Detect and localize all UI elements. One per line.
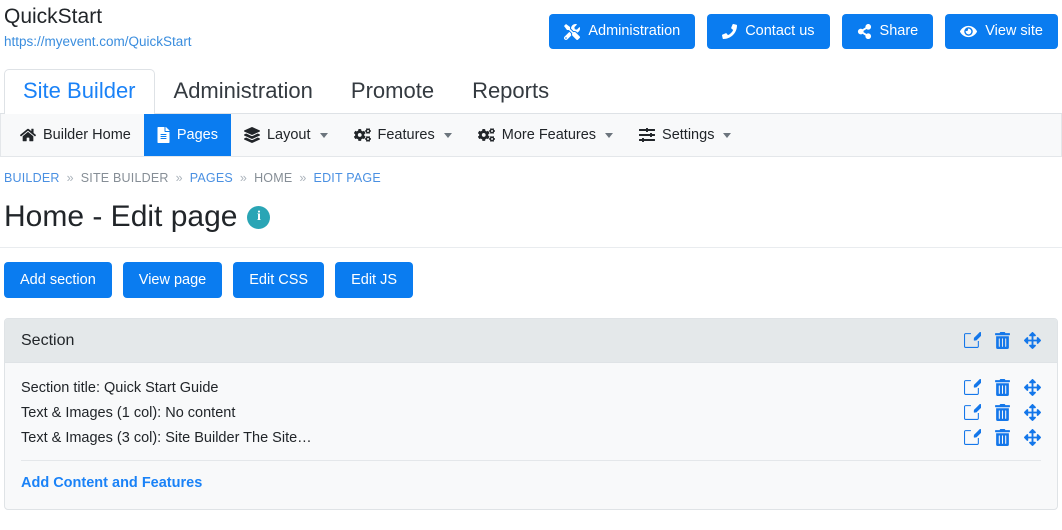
subnav-item-pages[interactable]: Pages (143, 114, 231, 156)
delete-icon[interactable] (995, 379, 1010, 396)
phone-icon (722, 24, 738, 39)
move-icon[interactable] (1024, 429, 1041, 446)
page-action-buttons: Add section View page Edit CSS Edit JS (0, 248, 1062, 298)
subnav-label-features: Features (377, 127, 435, 143)
subnav-label-settings: Settings (662, 127, 715, 143)
breadcrumb-item-home: HOME (254, 171, 293, 185)
section-card: Section Section title: Quick Start Guide (4, 318, 1058, 510)
edit-icon[interactable] (964, 332, 981, 349)
edit-js-button[interactable]: Edit JS (335, 262, 414, 298)
edit-icon[interactable] (964, 429, 981, 446)
share-button-label: Share (879, 23, 919, 40)
chevron-down-icon (723, 132, 732, 138)
chevron-down-icon (319, 132, 328, 138)
breadcrumb-separator: » (175, 171, 183, 185)
delete-icon[interactable] (995, 332, 1010, 349)
tools-icon (564, 23, 581, 40)
section-card-header: Section (5, 319, 1057, 363)
subnav-label-more-features: More Features (501, 127, 597, 143)
section-card-body: Section title: Quick Start Guide Text & … (5, 363, 1057, 461)
subnav-item-builder-home[interactable]: Builder Home (7, 114, 144, 156)
primary-tabs: Site Builder Administration Promote Repo… (0, 62, 1062, 114)
view-site-button-label: View site (985, 23, 1043, 40)
view-site-button[interactable]: View site (945, 14, 1058, 49)
breadcrumb-item-site-builder: SITE BUILDER (80, 171, 169, 185)
subnav-item-more-features[interactable]: More Features (465, 114, 626, 156)
eye-icon (960, 25, 978, 38)
subnav-label-layout: Layout (266, 127, 311, 143)
administration-button-label: Administration (588, 23, 681, 40)
share-button[interactable]: Share (841, 14, 934, 49)
content-row: Section title: Quick Start Guide (21, 375, 1041, 400)
breadcrumb-separator: » (239, 171, 248, 185)
breadcrumb-separator: » (66, 171, 74, 185)
breadcrumb-item-edit-page[interactable]: EDIT PAGE (314, 171, 381, 185)
info-icon[interactable]: i (247, 205, 271, 229)
tab-site-builder[interactable]: Site Builder (4, 69, 155, 114)
secondary-nav: Builder Home Pages Layout Features More … (0, 114, 1062, 157)
subnav-item-features[interactable]: Features (341, 114, 465, 156)
cogs-icon (353, 127, 371, 143)
section-header-icon-group (964, 332, 1041, 349)
content-row: Text & Images (3 col): Site Builder The … (21, 425, 1041, 450)
content-row-icon-group (964, 379, 1041, 396)
subnav-item-settings[interactable]: Settings (626, 114, 744, 156)
content-row-icon-group (964, 404, 1041, 421)
sliders-icon (639, 127, 656, 143)
subnav-label-builder-home: Builder Home (43, 127, 131, 143)
content-row-label: Section title: Quick Start Guide (21, 379, 219, 396)
section-card-title: Section (21, 331, 75, 349)
chevron-down-icon (443, 132, 452, 138)
edit-icon[interactable] (964, 379, 981, 396)
add-section-button[interactable]: Add section (4, 262, 112, 298)
delete-icon[interactable] (995, 404, 1010, 421)
move-icon[interactable] (1024, 379, 1041, 396)
breadcrumb-item-pages[interactable]: PAGES (190, 171, 233, 185)
contact-us-button[interactable]: Contact us (707, 14, 830, 49)
page-title: Home - Edit page i (0, 185, 1062, 236)
content-row-label: Text & Images (1 col): No content (21, 404, 236, 421)
subnav-item-layout[interactable]: Layout (231, 114, 341, 156)
delete-icon[interactable] (995, 429, 1010, 446)
layers-icon (243, 127, 260, 143)
edit-icon[interactable] (964, 404, 981, 421)
page-header: QuickStart https://myevent.com/QuickStar… (0, 0, 1062, 62)
view-page-button[interactable]: View page (122, 262, 223, 298)
edit-css-button[interactable]: Edit CSS (233, 262, 325, 298)
administration-button[interactable]: Administration (549, 14, 696, 49)
tab-administration[interactable]: Administration (155, 69, 332, 114)
page-title-text: Home - Edit page (4, 200, 238, 233)
contact-us-button-label: Contact us (745, 23, 815, 40)
breadcrumb-item-builder[interactable]: BUILDER (4, 171, 60, 185)
content-row-label: Text & Images (3 col): Site Builder The … (21, 429, 312, 446)
add-content-and-features-link[interactable]: Add Content and Features (5, 461, 1057, 509)
subnav-label-pages: Pages (176, 127, 218, 143)
move-icon[interactable] (1024, 332, 1041, 349)
cogs-icon (477, 127, 495, 143)
chevron-down-icon (605, 132, 614, 138)
home-icon (20, 127, 36, 143)
content-row: Text & Images (1 col): No content (21, 400, 1041, 425)
move-icon[interactable] (1024, 404, 1041, 421)
tab-promote[interactable]: Promote (332, 69, 453, 114)
header-action-buttons: Administration Contact us Share View sit… (549, 14, 1058, 49)
tab-reports[interactable]: Reports (453, 69, 568, 114)
content-row-icon-group (964, 429, 1041, 446)
breadcrumb: BUILDER » SITE BUILDER » PAGES » HOME » … (0, 157, 1062, 185)
breadcrumb-separator: » (299, 171, 307, 185)
file-icon (157, 127, 170, 143)
share-icon (857, 24, 871, 39)
